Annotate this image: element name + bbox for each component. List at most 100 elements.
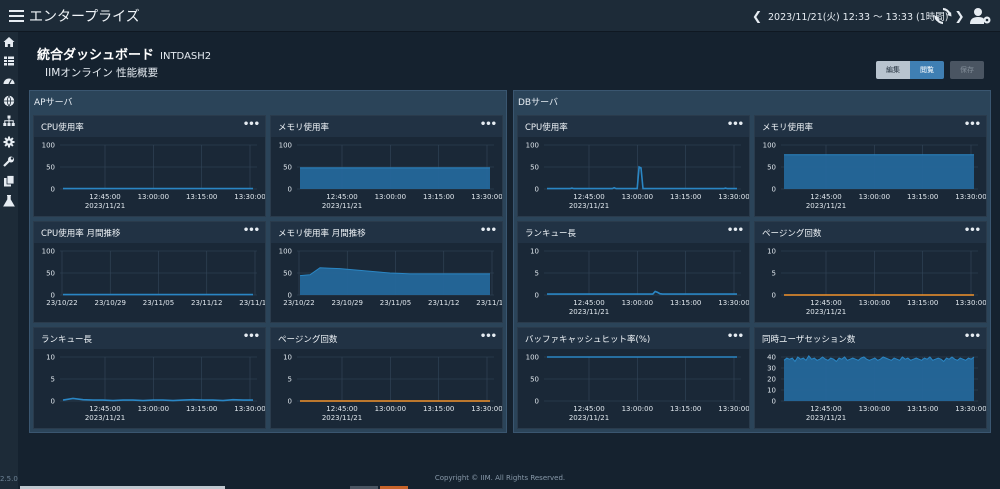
more-options-icon[interactable]: •••	[727, 331, 744, 342]
chart-panel-db-sessions: 同時ユーザセッション数 ••• 40 30 20 10 0 12:45:00 13:00:00 1…	[754, 327, 987, 429]
y-tick-label: 10	[767, 387, 776, 395]
chart-title: バッファキャッシュヒット率(%)	[525, 335, 651, 345]
y-tick-label: 50	[530, 164, 539, 172]
chart-plot: 10 5 0 12:45:00 13:00:00 13:15:00 13:30:00 2023…	[530, 248, 749, 317]
view-button[interactable]: 閲覧	[910, 61, 944, 79]
x-tick-label: 13:30:00	[471, 193, 502, 201]
x-date-label: 2023/11/21	[806, 414, 846, 422]
x-tick-label: 13:00:00	[859, 299, 890, 307]
x-tick-label: 12:45:00	[573, 299, 604, 307]
y-tick-label: 100	[279, 142, 292, 150]
more-options-icon[interactable]: •••	[243, 225, 260, 236]
x-tick-label: 23/11/12	[428, 299, 459, 307]
x-tick-label: 13:30:00	[955, 405, 986, 413]
chart-panel-header: CPU使用率 月間推移 •••	[34, 222, 265, 243]
more-options-icon[interactable]: •••	[480, 119, 497, 130]
save-button[interactable]: 保存	[950, 61, 984, 79]
y-tick-label: 30	[767, 365, 776, 373]
y-tick-label: 0	[772, 398, 776, 406]
x-tick-label: 13:00:00	[859, 193, 890, 201]
sitemap-icon[interactable]	[3, 115, 15, 127]
y-tick-label: 50	[530, 376, 539, 384]
chart-panel-ap-cpu-month: CPU使用率 月間推移 ••• 100 50 0 23/10/22 23/10/29 23/1…	[33, 221, 266, 323]
db-server-group-title: DBサーバ	[518, 98, 559, 108]
series-area	[300, 167, 490, 189]
x-tick-label: 12:45:00	[89, 405, 120, 413]
chart-plot: 100 50 0 12:45:00 13:00:00 13:15:00 13:30:00 20…	[42, 142, 265, 211]
y-tick-label: 0	[288, 398, 292, 406]
y-tick-label: 50	[283, 270, 292, 278]
chart-panel-header: ランキュー長 •••	[34, 328, 265, 349]
x-tick-label: 13:00:00	[375, 405, 406, 413]
x-tick-label: 13:00:00	[622, 405, 653, 413]
series-area	[300, 267, 490, 295]
x-tick-label: 13:15:00	[186, 193, 217, 201]
hamburger-menu-icon[interactable]	[0, 0, 32, 32]
chart-plot: 10 5 0 12:45:00 13:00:00 13:15:00 13:30:00 2023…	[283, 354, 502, 423]
more-options-icon[interactable]: •••	[964, 225, 981, 236]
y-tick-label: 50	[283, 164, 292, 172]
y-tick-label: 5	[772, 270, 776, 278]
globe-icon[interactable]	[3, 95, 15, 107]
refresh-icon[interactable]	[934, 6, 952, 26]
y-tick-label: 5	[535, 270, 539, 278]
more-options-icon[interactable]: •••	[727, 119, 744, 130]
x-tick-label: 12:45:00	[810, 193, 841, 201]
time-range-label[interactable]: 2023/11/21(火) 12:33 〜 13:33 (1時間)	[768, 9, 948, 23]
app-title: エンタープライズ	[29, 8, 140, 25]
more-options-icon[interactable]: •••	[964, 331, 981, 342]
y-tick-label: 20	[767, 376, 776, 384]
chart-panel-header: CPU使用率 •••	[518, 116, 749, 137]
y-tick-label: 0	[288, 186, 292, 194]
x-tick-label: 13:15:00	[670, 405, 701, 413]
chart-panel-db-paging: ページング回数 ••• 10 5 0 12:45:00 13:00:00 13:15:00 13…	[754, 221, 987, 323]
y-tick-label: 5	[288, 376, 292, 384]
chart-plot: 10050023/10/22 23/10/29 23/11/05 23/11/12 23…	[279, 248, 502, 308]
user-settings-icon[interactable]	[970, 7, 992, 25]
more-options-icon[interactable]: •••	[964, 119, 981, 130]
grid-icon[interactable]	[3, 55, 15, 67]
x-tick-label: 13:30:00	[234, 405, 265, 413]
y-tick-label: 0	[772, 186, 776, 194]
y-tick-label: 10	[46, 354, 55, 362]
y-tick-label: 0	[772, 292, 776, 300]
chart-title: メモリ使用率	[278, 123, 330, 133]
y-tick-label: 100	[763, 142, 776, 150]
x-tick-label: 13:30:00	[955, 299, 986, 307]
chart-plot: 100 50 0 12:45:00 13:00:00 13:15:00 13:30:00 20…	[526, 142, 749, 211]
edit-button[interactable]: 編集	[876, 61, 910, 79]
x-date-label: 2023/11/21	[569, 202, 609, 210]
y-tick-label: 40	[767, 354, 776, 362]
more-options-icon[interactable]: •••	[727, 225, 744, 236]
gauge-icon[interactable]	[3, 75, 15, 87]
y-tick-label: 100	[42, 142, 55, 150]
y-tick-label: 0	[51, 398, 55, 406]
more-options-icon[interactable]: •••	[243, 119, 260, 130]
copy-icon[interactable]	[3, 175, 15, 187]
gear-icon[interactable]	[3, 136, 15, 148]
chevron-right-icon[interactable]: ❯	[954, 9, 964, 23]
x-date-label: 2023/11/21	[85, 414, 125, 422]
home-icon[interactable]	[3, 36, 15, 48]
series-line	[547, 165, 737, 190]
series-line	[547, 290, 737, 295]
y-tick-label: 5	[51, 376, 55, 384]
chart-title: メモリ使用率	[762, 123, 814, 133]
flask-icon[interactable]	[3, 195, 15, 207]
y-tick-label: 0	[535, 186, 539, 194]
chart-panel-header: メモリ使用率 •••	[271, 116, 502, 137]
x-tick-label: 13:15:00	[423, 405, 454, 413]
more-options-icon[interactable]: •••	[480, 331, 497, 342]
y-tick-label: 100	[526, 142, 539, 150]
chart-plot: 10 5 0 12:45:00 13:00:00 13:15:00 13:30:00 2023…	[767, 248, 986, 317]
ap-server-group-title: APサーバ	[34, 98, 73, 108]
time-range-nav: ❮ 2023/11/21(火) 12:33 〜 13:33 (1時間) ❯	[752, 0, 965, 32]
more-options-icon[interactable]: •••	[480, 225, 497, 236]
x-tick-label: 23/11/12	[191, 299, 222, 307]
more-options-icon[interactable]: •••	[243, 331, 260, 342]
chevron-left-icon[interactable]: ❮	[752, 9, 762, 23]
y-tick-label: 0	[51, 186, 55, 194]
chart-plot: 100 50 0 12:45:00 13:00:00 13:15:00 13:30:00 20…	[526, 354, 749, 423]
wrench-icon[interactable]	[3, 156, 15, 168]
x-date-label: 2023/11/21	[322, 202, 362, 210]
